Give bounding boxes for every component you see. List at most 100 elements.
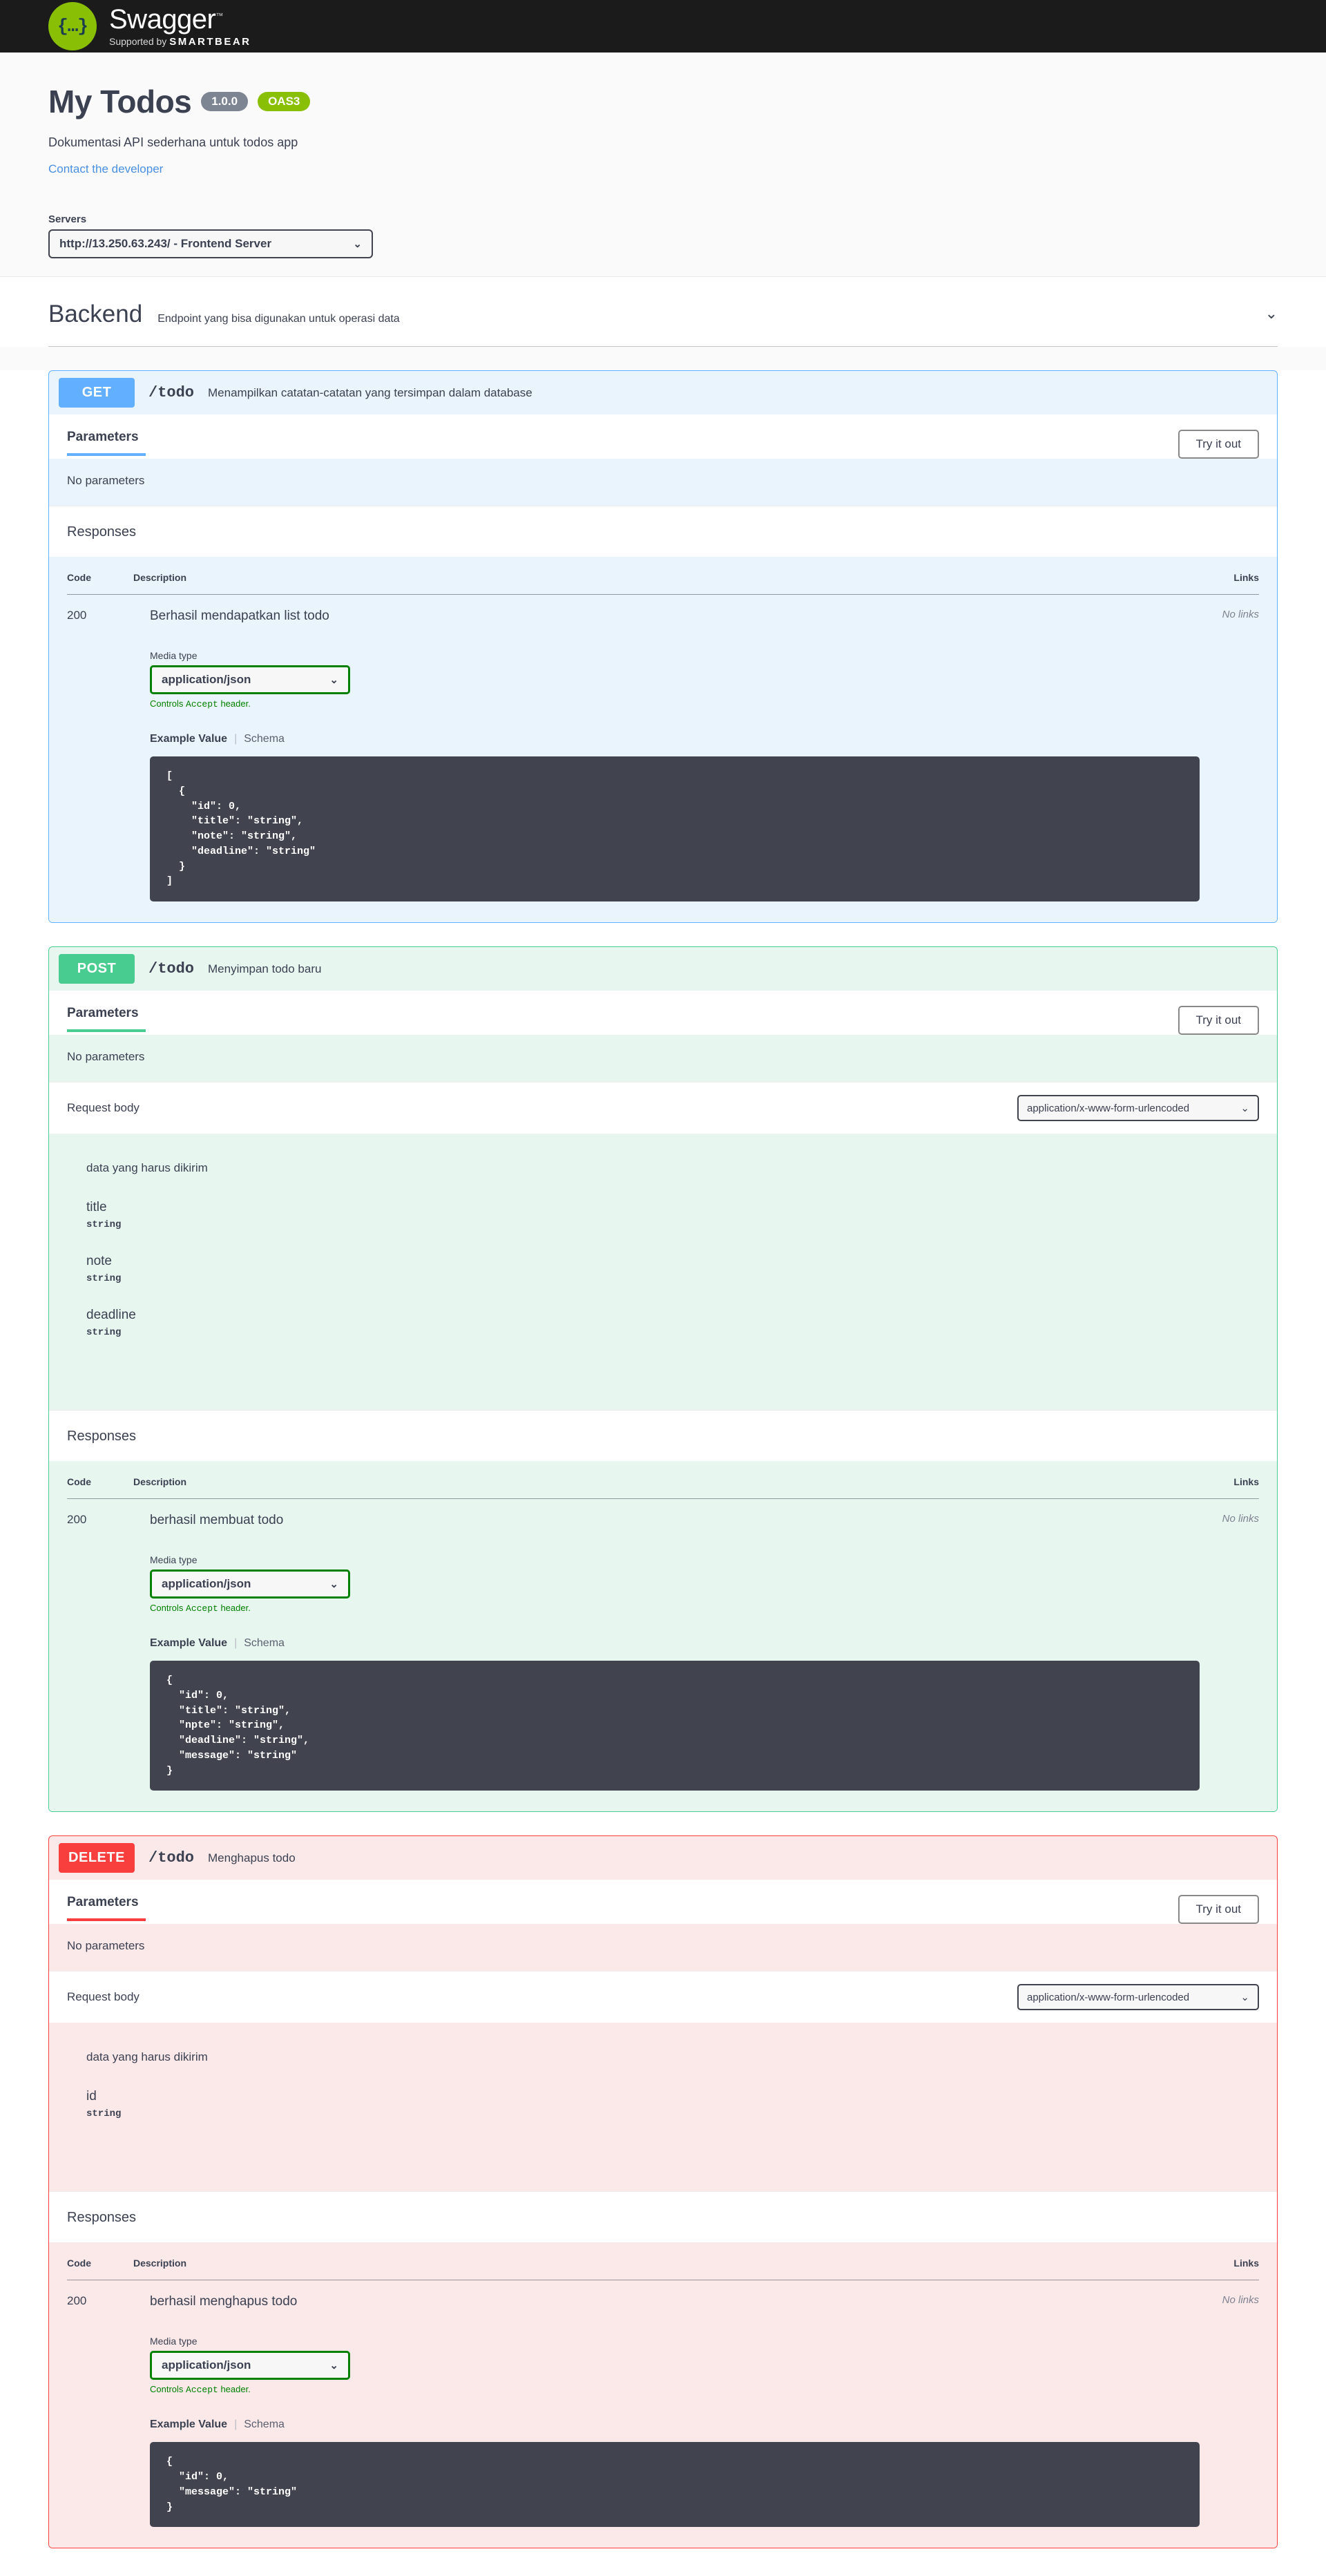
media-type-value: application/json — [162, 2358, 251, 2372]
try-it-out-button[interactable]: Try it out — [1178, 1895, 1260, 1924]
logo-glyph: {…} — [57, 16, 88, 37]
request-body-fields: data yang harus dikirimtitlestringnotest… — [49, 1134, 1277, 1410]
responses-heading: Responses — [49, 506, 1277, 557]
parameters-tab[interactable]: Parameters — [67, 430, 146, 456]
response-code: 200 — [67, 1499, 133, 1812]
try-it-out-button[interactable]: Try it out — [1178, 430, 1260, 459]
parameters-tab[interactable]: Parameters — [67, 1895, 146, 1921]
server-selected-value: http://13.250.63.243/ - Frontend Server — [59, 237, 271, 251]
response-links: No links — [1222, 2280, 1259, 2548]
response-links: No links — [1222, 1499, 1259, 1812]
operation-summary-text: Menghapus todo — [208, 1851, 296, 1865]
code-block-spacer — [133, 1791, 1222, 1811]
api-description: Dokumentasi API sederhana untuk todos ap… — [48, 135, 1278, 150]
request-field: title string — [86, 1200, 1259, 1230]
operation-path: /todo — [148, 960, 194, 977]
example-value-tab[interactable]: Example Value — [150, 1637, 227, 1649]
schema-tab[interactable]: Schema — [244, 1637, 285, 1649]
chevron-down-icon: ⌄ — [1240, 1991, 1249, 2003]
response-description: berhasil menghapus todo — [133, 2294, 1222, 2309]
example-value-tab[interactable]: Example Value — [150, 2418, 227, 2430]
http-method-badge: DELETE — [59, 1843, 135, 1873]
response-detail-cell: berhasil membuat todoMedia typeapplicati… — [133, 1499, 1222, 1812]
request-content-type-select[interactable]: application/x-www-form-urlencoded ⌄ — [1017, 1984, 1259, 2010]
code-block-spacer — [133, 2527, 1222, 2548]
try-it-out-button[interactable]: Try it out — [1178, 1006, 1260, 1035]
operation-summary[interactable]: POST/todo Menyimpan todo baru — [49, 947, 1277, 991]
content-type-value: application/x-www-form-urlencoded — [1027, 1103, 1189, 1114]
schema-tab[interactable]: Schema — [244, 733, 285, 745]
example-value-tab[interactable]: Example Value — [150, 733, 227, 745]
field-type: string — [86, 2108, 1259, 2119]
operation-post-todo: POST/todo Menyimpan todo baru Parameters Tr… — [48, 946, 1278, 1812]
swagger-logo[interactable]: {…} Swagger™ Supported by SMARTBEAR — [48, 2, 251, 50]
title-row: My Todos 1.0.0 OAS3 — [48, 83, 1278, 120]
media-type-value: application/json — [162, 1577, 251, 1591]
operation-body: ParametersTry it outNo parametersRequest… — [49, 1880, 1277, 2548]
parameters-tab-label: Parameters — [67, 430, 139, 453]
responses-table: CodeDescriptionLinks200berhasil membuat … — [67, 1476, 1259, 1811]
logo-text-block: Swagger™ Supported by SMARTBEAR — [109, 6, 251, 48]
schema-tab[interactable]: Schema — [244, 2418, 285, 2430]
tag-header-backend[interactable]: Backend Endpoint yang bisa digunakan unt… — [48, 277, 1278, 347]
media-type-hint: Controls Accept header. — [150, 2384, 1222, 2395]
example-json: [ { "id": 0, "title": "string", "note": … — [166, 769, 1183, 889]
field-type: string — [86, 1219, 1259, 1230]
chevron-down-icon: ⌄ — [329, 2359, 338, 2372]
operation-body: ParametersTry it outNo parametersRequest… — [49, 991, 1277, 1811]
media-type-hint: Controls Accept header. — [150, 698, 1222, 709]
content-type-value: application/x-www-form-urlencoded — [1027, 1992, 1189, 2003]
example-schema-tabs: Example Value|Schema — [133, 2418, 1222, 2431]
chevron-down-icon: ⌄ — [353, 238, 362, 250]
media-type-group: Media type application/json ⌄ Controls Acce… — [133, 2336, 1222, 2395]
operation-summary-text: Menyimpan todo baru — [208, 962, 321, 976]
operations-list: GET/todoMenampilkan catatan-catatan yang… — [0, 370, 1326, 2576]
smartbear-label: SMARTBEAR — [169, 36, 251, 48]
operation-get-todo: GET/todoMenampilkan catatan-catatan yang… — [48, 370, 1278, 923]
col-links-header: Links — [1222, 1476, 1259, 1499]
supported-by-line: Supported by SMARTBEAR — [109, 36, 251, 48]
field-name: title — [86, 1200, 1259, 1215]
request-content-type-select[interactable]: application/x-www-form-urlencoded⌄ — [1017, 1095, 1259, 1121]
response-code: 200 — [67, 2280, 133, 2548]
operation-path: /todo — [148, 1849, 194, 1867]
servers-section: Servers http://13.250.63.243/ - Frontend… — [0, 200, 1326, 276]
server-select[interactable]: http://13.250.63.243/ - Frontend Server … — [48, 229, 373, 258]
operation-summary[interactable]: GET/todoMenampilkan catatan-catatan yang… — [49, 371, 1277, 414]
tag-description: Endpoint yang bisa digunakan untuk opera… — [157, 313, 399, 325]
field-name: note — [86, 1254, 1259, 1269]
hint-prefix: Controls — [150, 698, 186, 709]
request-body-note: data yang harus dikirim — [86, 2050, 1259, 2064]
parameters-tabrow: Parameters Try it out — [49, 1880, 1277, 1924]
media-type-label: Media type — [150, 2336, 1222, 2347]
request-body-fields: data yang harus dikirim idstring — [49, 2023, 1277, 2191]
contact-developer-link[interactable]: Contact the developer — [48, 162, 163, 176]
example-json: { "id": 0, "message": "string" } — [166, 2454, 1183, 2515]
media-type-value: application/json — [162, 673, 251, 687]
example-code-block: [ { "id": 0, "title": "string", "note": … — [150, 756, 1200, 901]
chevron-down-icon[interactable]: ⌄ — [1265, 305, 1278, 323]
active-tab-underline — [67, 1918, 146, 1921]
topbar: {…} Swagger™ Supported by SMARTBEAR — [0, 0, 1326, 53]
no-parameters-text: No parameters — [67, 474, 1259, 488]
example-code-block: { "id": 0, "title": "string", "npte": "s… — [150, 1661, 1200, 1791]
media-type-select[interactable]: application/json ⌄ — [150, 2351, 350, 2380]
swagger-mark-icon: {…} — [48, 2, 97, 50]
responses-table-wrap: CodeDescriptionLinks200Berhasil mendapat… — [49, 557, 1277, 922]
parameters-pane: No parameters — [49, 459, 1277, 506]
operation-path: /todo — [148, 384, 194, 401]
operation-summary-text: Menampilkan catatan-catatan yang tersimp… — [208, 386, 532, 400]
example-schema-tabs: Example Value|Schema — [133, 1637, 1222, 1650]
media-type-group: Media typeapplication/json⌄Controls Acce… — [133, 1554, 1222, 1614]
http-method-badge: POST — [59, 954, 135, 984]
operation-summary[interactable]: DELETE/todo Menghapus todo — [49, 1836, 1277, 1880]
request-field: idstring — [86, 2089, 1259, 2119]
supported-by-label: Supported by — [109, 36, 166, 47]
col-description-header: Description — [133, 1476, 1222, 1499]
parameters-tab-label: Parameters — [67, 1895, 139, 1918]
field-type: string — [86, 1327, 1259, 1338]
media-type-select[interactable]: application/json⌄ — [150, 1570, 350, 1599]
parameters-tab[interactable]: Parameters — [67, 1006, 146, 1032]
media-type-select[interactable]: application/json ⌄ — [150, 665, 350, 694]
chevron-down-icon: ⌄ — [329, 674, 338, 686]
